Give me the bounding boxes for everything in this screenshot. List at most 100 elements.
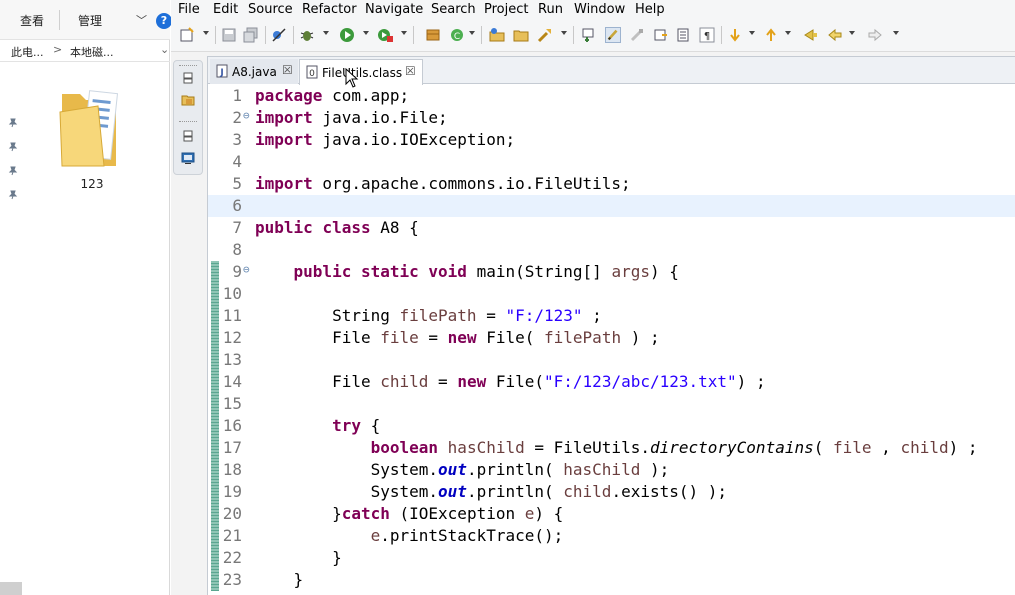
ribbon-tab-view[interactable]: 查看 [20, 12, 44, 29]
pin-icon[interactable] [8, 166, 18, 176]
back-icon[interactable] [827, 27, 843, 43]
menu-window[interactable]: Window [574, 2, 625, 17]
code-line[interactable]: 5 import org.apache.commons.io.FileUtils; [208, 173, 1015, 195]
code-line[interactable]: 21 e.printStackTrace(); [208, 525, 1015, 547]
last-edit-icon[interactable] [803, 27, 819, 43]
next-edit-location-icon[interactable] [727, 27, 743, 43]
ribbon-tab-manage[interactable]: 管理 [78, 12, 102, 29]
pin-icon[interactable] [8, 142, 18, 152]
breadcrumb-local-disk[interactable]: 本地磁... [70, 44, 114, 60]
new-dropdown-icon[interactable] [203, 31, 209, 35]
tab-close-icon[interactable]: ☒ [282, 63, 293, 77]
code-line[interactable]: 11 String filePath = "F:/123" ; [208, 305, 1015, 327]
menu-project[interactable]: Project [484, 2, 528, 17]
open-folder-icon[interactable] [513, 27, 529, 43]
external-tools-dropdown-icon[interactable] [401, 31, 407, 35]
code-line[interactable]: 7 public class A8 { [208, 217, 1015, 239]
save-all-icon[interactable] [243, 27, 259, 43]
code-line[interactable]: 13 [208, 349, 1015, 371]
new-class-dropdown-icon[interactable] [469, 31, 475, 35]
run-icon[interactable] [339, 27, 355, 43]
new-icon[interactable] [179, 27, 195, 43]
previous-dropdown-icon[interactable] [785, 31, 791, 35]
code-area[interactable]: 1 package com.app; 2 ⊖ import java.io.File; 3… [208, 85, 1015, 595]
editor-tab-bar: J A8.java ☒ 0 FileUtils.class ☒ [208, 57, 1015, 88]
search-icon[interactable] [537, 27, 553, 43]
code-line[interactable]: 20 }catch (IOException e) { [208, 503, 1015, 525]
menu-run[interactable]: Run [538, 2, 563, 17]
code-line[interactable]: 8 [208, 239, 1015, 261]
forward-icon[interactable] [867, 27, 883, 43]
menu-edit[interactable]: Edit [213, 2, 238, 17]
code-line[interactable]: 2 ⊖ import java.io.File; [208, 107, 1015, 129]
save-icon[interactable] [221, 27, 237, 43]
java-editor[interactable]: J A8.java ☒ 0 FileUtils.class ☒ 1 package… [207, 56, 1015, 595]
code-line[interactable]: 15 [208, 393, 1015, 415]
code-line[interactable]: 9 ⊖ public static void main(String[] args… [208, 261, 1015, 283]
code-line[interactable]: 12 File file = new File( filePath ) ; [208, 327, 1015, 349]
previous-edit-location-icon[interactable] [763, 27, 779, 43]
code-line[interactable]: 16 try { [208, 415, 1015, 437]
search-dropdown-icon[interactable] [561, 31, 567, 35]
menu-refactor[interactable]: Refactor [302, 2, 357, 17]
breadcrumb-this-pc[interactable]: 此电... [11, 44, 44, 60]
code-line[interactable]: 22 } [208, 547, 1015, 569]
code-token: } [255, 570, 304, 589]
code-line[interactable]: 3 import java.io.IOException; [208, 129, 1015, 151]
tab-a8-java[interactable]: J A8.java ☒ [210, 59, 298, 84]
new-java-class-icon[interactable]: C [449, 27, 465, 43]
code-token: (IOException [389, 504, 525, 523]
new-java-package-icon[interactable] [425, 27, 441, 43]
toggle-mark-occurrences-icon[interactable] [605, 27, 621, 43]
code-line[interactable]: 17 boolean hasChild = FileUtils.director… [208, 437, 1015, 459]
code-line[interactable]: 19 System.out.println( child.exists() ); [208, 481, 1015, 503]
external-tools-icon[interactable] [377, 27, 393, 43]
menu-search[interactable]: Search [431, 2, 476, 17]
code-line[interactable]: 4 [208, 151, 1015, 173]
next-annotation-icon[interactable] [653, 27, 669, 43]
block-selection-icon[interactable] [675, 27, 691, 43]
fold-toggle-icon[interactable]: ⊖ [243, 263, 250, 276]
code-line[interactable]: 1 package com.app; [208, 85, 1015, 107]
console-icon[interactable] [181, 151, 195, 165]
annotation-icon[interactable] [581, 27, 597, 43]
edit-icon[interactable] [629, 27, 645, 43]
back-dropdown-icon[interactable] [849, 31, 855, 35]
code-line[interactable]: 6 [208, 195, 1015, 217]
restore-icon[interactable] [181, 71, 195, 85]
tab-close-icon[interactable]: ☒ [405, 64, 416, 78]
code-text: try { [255, 416, 380, 435]
next-dropdown-icon[interactable] [749, 31, 755, 35]
menu-source[interactable]: Source [248, 2, 293, 17]
package-explorer-icon[interactable] [181, 93, 195, 107]
address-bar[interactable]: 此电... > 本地磁... ⌄ [0, 40, 170, 62]
skip-breakpoints-icon[interactable] [271, 27, 287, 43]
trim-grip[interactable] [179, 65, 197, 67]
debug-icon[interactable] [299, 27, 315, 43]
help-icon[interactable]: ? [156, 13, 172, 29]
code-line[interactable]: 23 } [208, 569, 1015, 591]
restore-icon[interactable] [181, 129, 195, 143]
pin-icon[interactable] [8, 118, 18, 128]
tab-fileutils-class[interactable]: 0 FileUtils.class ☒ [299, 59, 423, 85]
main-toolbar: C ¶ [171, 20, 1015, 52]
show-whitespace-icon[interactable]: ¶ [699, 27, 715, 43]
trim-grip[interactable] [179, 121, 197, 123]
code-text: import java.io.File; [255, 108, 448, 127]
fold-toggle-icon[interactable]: ⊖ [243, 109, 250, 122]
ribbon-collapse-chevron-icon[interactable]: ﹀ [136, 12, 147, 28]
forward-dropdown-icon[interactable] [893, 31, 899, 35]
code-line[interactable]: 18 System.out.println( hasChild ); [208, 459, 1015, 481]
menu-navigate[interactable]: Navigate [365, 2, 423, 17]
folder-label[interactable]: 123 [68, 177, 116, 191]
menu-file[interactable]: File [178, 2, 200, 17]
run-dropdown-icon[interactable] [363, 31, 369, 35]
address-dropdown-icon[interactable]: ⌄ [160, 43, 169, 56]
code-line[interactable]: 14 File child = new File("F:/123/abc/123… [208, 371, 1015, 393]
pin-icon[interactable] [8, 190, 18, 200]
menu-help[interactable]: Help [635, 2, 665, 17]
open-type-icon[interactable] [489, 27, 505, 43]
code-line[interactable]: 10 [208, 283, 1015, 305]
folder-icon[interactable] [58, 86, 126, 172]
debug-dropdown-icon[interactable] [323, 31, 329, 35]
